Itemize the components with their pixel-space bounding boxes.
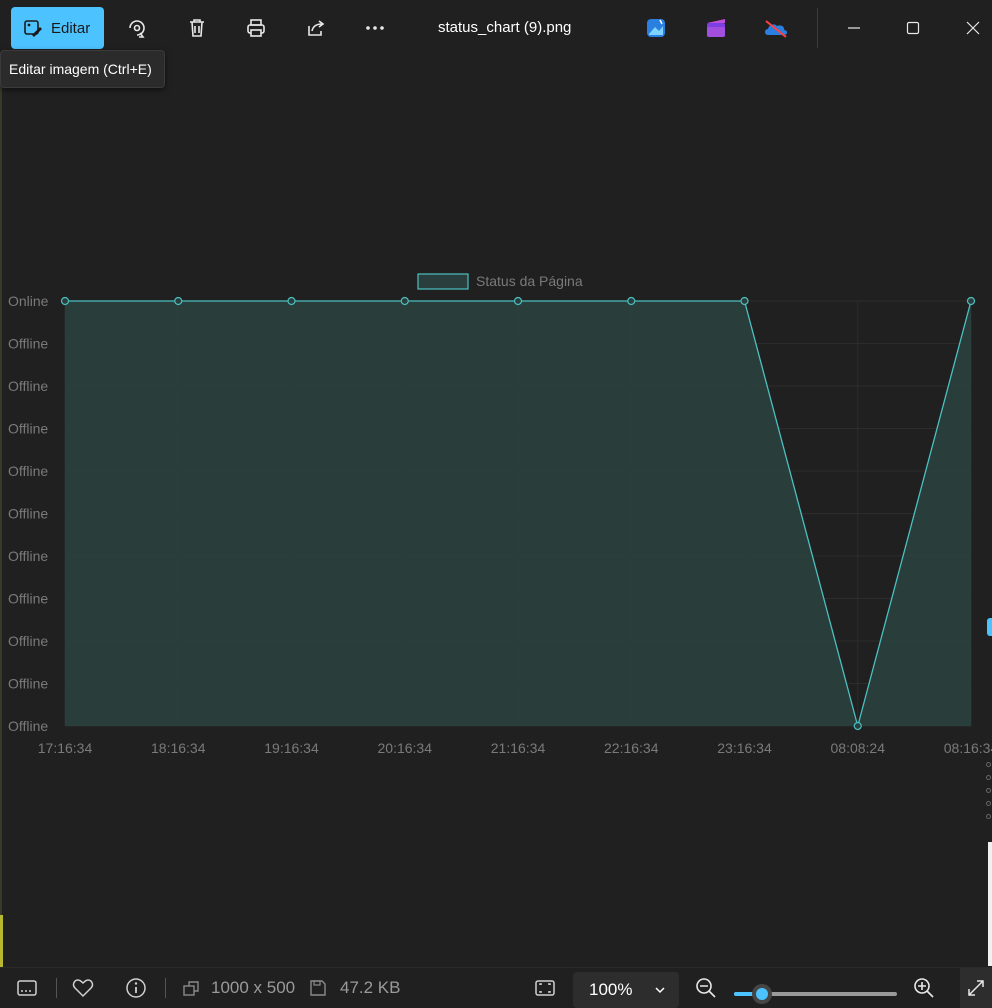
filmstrip-button[interactable] <box>16 968 38 1008</box>
data-point <box>966 296 976 306</box>
status-separator <box>56 978 57 998</box>
close-icon <box>966 21 980 35</box>
x-tick-label: 08:16:34 <box>944 740 992 756</box>
filmstrip-dot <box>986 801 991 806</box>
x-tick-label: 23:16:34 <box>717 740 772 756</box>
right-background-edge <box>988 842 992 966</box>
y-tick-label: Offline <box>8 336 48 352</box>
y-tick-label: Offline <box>8 633 48 649</box>
data-point <box>853 721 862 731</box>
y-tick-label: Online <box>8 293 49 309</box>
legend-swatch <box>417 273 469 290</box>
x-tick-label: 21:16:34 <box>491 740 546 756</box>
y-tick-label: Offline <box>8 463 48 479</box>
image-dimensions: 1000 x 500 <box>211 978 296 997</box>
data-point <box>60 296 70 306</box>
y-tick-label: Offline <box>8 378 48 394</box>
rotate-icon <box>129 20 145 38</box>
title-bar: Editar status_chart (9).png <box>0 0 992 56</box>
clipchamp-button[interactable] <box>694 6 738 50</box>
onedrive-button[interactable] <box>754 6 798 50</box>
x-tick-label: 08:08:24 <box>831 740 886 756</box>
share-icon <box>308 20 325 36</box>
file-name: status_chart (9).png <box>438 19 572 36</box>
next-image-handle[interactable] <box>987 618 992 636</box>
y-tick-label: Offline <box>8 591 48 607</box>
edit-image-icon <box>24 20 42 37</box>
info-icon <box>126 978 146 998</box>
zoom-dropdown[interactable]: 100% <box>573 972 679 1008</box>
data-point <box>400 296 409 306</box>
status-chart: Online Offline Offline Offline Offline Offlin… <box>8 273 992 756</box>
x-tick-label: 20:16:34 <box>378 740 433 756</box>
favorite-button[interactable] <box>72 968 94 1008</box>
print-button[interactable] <box>234 6 278 50</box>
edit-button-label: Editar <box>51 19 91 37</box>
more-options-button[interactable] <box>353 6 397 50</box>
zoom-value: 100% <box>589 980 633 999</box>
file-size: 47.2 KB <box>340 978 401 997</box>
fit-to-window-button[interactable] <box>534 968 556 1008</box>
y-tick-label: Offline <box>8 548 48 564</box>
filmstrip-dot <box>986 762 991 767</box>
zoom-in-button[interactable] <box>913 968 935 1008</box>
maximize-icon <box>906 21 920 35</box>
file-info-button[interactable] <box>125 968 147 1008</box>
expand-icon <box>968 980 984 996</box>
edit-button[interactable]: Editar <box>11 7 104 49</box>
chart-image[interactable]: Online Offline Offline Offline Offline Offlin… <box>0 260 992 770</box>
close-button[interactable] <box>951 6 992 50</box>
data-point <box>287 296 296 306</box>
titlebar-divider <box>817 8 818 48</box>
photos-app-button[interactable] <box>634 6 678 50</box>
zoom-out-icon <box>696 978 716 998</box>
filmstrip-icon <box>17 980 37 996</box>
data-point <box>740 296 749 306</box>
zoom-slider[interactable] <box>734 984 897 1004</box>
status-bar: 1000 x 500 47.2 KB 100% <box>0 967 992 1008</box>
maximize-button[interactable] <box>891 6 935 50</box>
y-tick-label: Offline <box>8 421 48 437</box>
filmstrip-dot <box>986 775 991 780</box>
edit-tooltip: Editar imagem (Ctrl+E) <box>0 50 165 88</box>
x-tick-label: 22:16:34 <box>604 740 659 756</box>
zoom-slider-thumb[interactable] <box>751 984 772 1004</box>
data-point <box>627 296 636 306</box>
filmstrip-dot <box>986 814 991 819</box>
resolution-icon <box>183 981 199 996</box>
dimensions-group: 1000 x 500 <box>181 968 295 1008</box>
share-button[interactable] <box>294 6 338 50</box>
status-separator <box>165 978 166 998</box>
save-disk-icon <box>310 980 326 996</box>
zoom-out-button[interactable] <box>695 968 717 1008</box>
delete-button[interactable] <box>175 6 219 50</box>
x-tick-label: 19:16:34 <box>264 740 319 756</box>
x-tick-label: 18:16:34 <box>151 740 206 756</box>
chevron-down-icon <box>655 987 666 994</box>
more-icon <box>366 26 384 30</box>
legend-label: Status da Página <box>476 273 583 289</box>
data-point <box>513 296 523 306</box>
minimize-icon <box>848 27 860 29</box>
fit-screen-icon <box>535 980 555 996</box>
delete-icon <box>190 19 204 37</box>
x-tick-label: 17:16:34 <box>38 740 93 756</box>
y-tick-label: Offline <box>8 718 48 734</box>
filmstrip-dot <box>986 788 991 793</box>
heart-icon <box>72 979 94 998</box>
file-size-group: 47.2 KB <box>309 968 401 1008</box>
y-tick-label: Offline <box>8 506 48 522</box>
full-screen-button[interactable] <box>960 968 992 1008</box>
rotate-button[interactable] <box>115 6 159 50</box>
zoom-in-icon <box>914 978 934 998</box>
y-tick-label: Offline <box>8 676 48 692</box>
minimize-button[interactable] <box>832 6 876 50</box>
filmstrip-dots <box>986 762 992 827</box>
onedrive-icon <box>765 20 787 38</box>
print-icon <box>247 19 265 37</box>
data-point <box>174 296 183 306</box>
photos-app-icon <box>647 19 665 37</box>
clipchamp-icon <box>707 19 725 37</box>
